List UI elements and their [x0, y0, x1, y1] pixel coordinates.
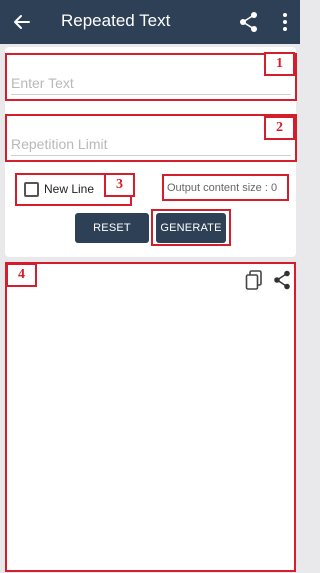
repetition-limit-field[interactable] [5, 114, 297, 162]
annotation-tag-1: 1 [264, 52, 295, 76]
generate-button[interactable]: GENERATE [156, 213, 226, 243]
output-panel[interactable] [5, 262, 296, 572]
generate-highlight: GENERATE [151, 209, 231, 246]
new-line-checkbox[interactable] [24, 182, 39, 197]
output-share-icon[interactable] [273, 270, 291, 290]
share-icon[interactable] [239, 11, 259, 33]
input-underline [11, 94, 291, 95]
copy-icon[interactable] [245, 270, 263, 292]
input-underline [11, 155, 291, 156]
annotation-tag-4: 4 [6, 263, 37, 287]
enter-text-input[interactable] [11, 71, 281, 95]
page-title: Repeated Text [61, 11, 171, 30]
enter-text-field[interactable] [5, 53, 297, 101]
more-options-icon[interactable] [280, 12, 290, 32]
app-bar: Repeated Text [0, 0, 300, 44]
repetition-limit-input[interactable] [11, 132, 281, 156]
annotation-tag-2: 2 [264, 116, 295, 140]
reset-button[interactable]: RESET [75, 213, 149, 243]
output-size-text: Output content size : 0 [167, 182, 278, 194]
new-line-label: New Line [44, 182, 95, 196]
output-size-indicator: Output content size : 0 [162, 174, 289, 201]
back-arrow-icon[interactable] [12, 12, 32, 32]
annotation-tag-3: 3 [104, 173, 135, 197]
